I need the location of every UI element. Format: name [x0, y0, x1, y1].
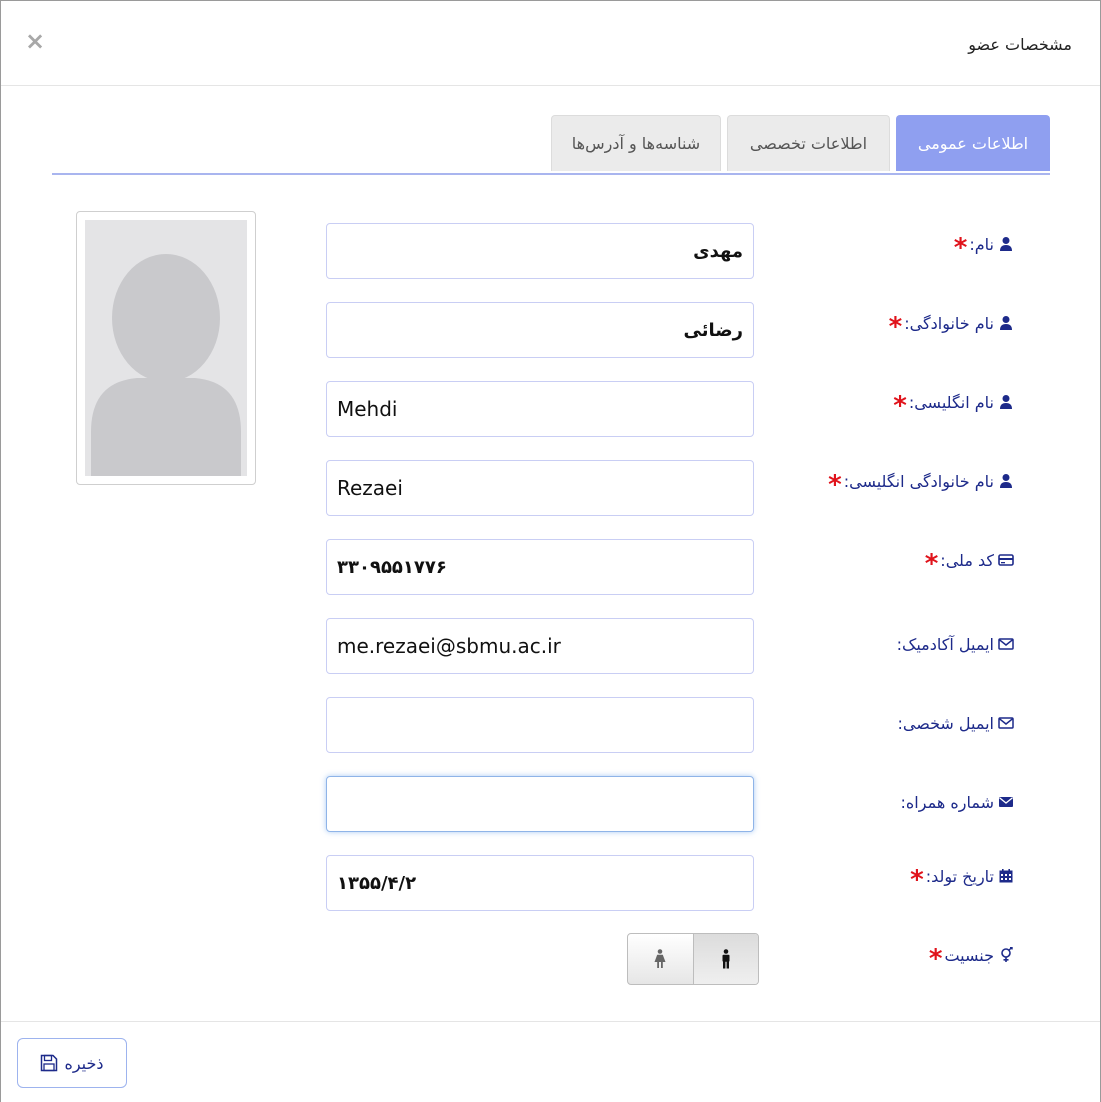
save-button[interactable]: ذخیره — [17, 1038, 127, 1088]
dialog-title: مشخصات عضو — [968, 35, 1072, 54]
user-icon — [1000, 474, 1012, 488]
user-icon — [1000, 395, 1012, 409]
tab-specialized-info[interactable]: اطلاعات تخصصی — [727, 115, 890, 171]
member-details-dialog: مشخصات عضو × اطلاعات عمومی اطلاعات تخصصی… — [0, 0, 1101, 1102]
required-marker: * — [953, 233, 968, 263]
envelope-outline-icon — [998, 717, 1014, 729]
dialog-footer: ذخیره — [1, 1021, 1100, 1102]
avatar-placeholder-icon — [85, 220, 247, 476]
male-icon — [722, 949, 730, 969]
english-last-name-input[interactable] — [326, 460, 754, 516]
last-name-label-text: نام خانوادگی: — [904, 314, 994, 333]
mobile-label-text: شماره همراه: — [900, 793, 994, 812]
gender-toggle — [627, 933, 759, 985]
english-last-name-label-text: نام خانوادگی انگلیسی: — [843, 472, 994, 491]
close-icon[interactable]: × — [25, 27, 45, 55]
english-first-name-input[interactable] — [326, 381, 754, 437]
gender-label-text: جنسیت — [944, 946, 994, 965]
personal-email-label-text: ایمیل شخصی: — [897, 714, 994, 733]
first-name-label-text: نام: — [969, 235, 994, 254]
required-marker: * — [828, 470, 842, 500]
required-marker: * — [888, 312, 903, 342]
national-code-label-text: کد ملی: — [940, 551, 994, 570]
academic-email-input[interactable] — [326, 618, 754, 674]
mobile-input[interactable] — [326, 776, 754, 832]
birth-date-label-text: تاریخ تولد: — [925, 867, 994, 886]
user-icon — [1000, 237, 1012, 251]
personal-email-input[interactable] — [326, 697, 754, 753]
tab-general-info[interactable]: اطلاعات عمومی — [896, 115, 1050, 171]
calendar-icon — [999, 869, 1013, 883]
user-icon — [1000, 316, 1012, 330]
id-card-icon — [998, 554, 1014, 566]
dialog-header: مشخصات عضو × — [1, 1, 1100, 86]
first-name-input[interactable] — [326, 223, 754, 279]
birth-date-input[interactable] — [326, 855, 754, 911]
tab-bar: اطلاعات عمومی اطلاعات تخصصی شناسه‌ها و آ… — [52, 113, 1050, 175]
gender-male-button[interactable] — [692, 934, 758, 984]
floppy-disk-icon — [41, 1054, 58, 1072]
required-marker: * — [924, 549, 939, 579]
envelope-outline-icon — [998, 638, 1014, 650]
profile-photo[interactable] — [76, 211, 256, 485]
national-code-input[interactable] — [326, 539, 754, 595]
english-first-name-label-text: نام انگلیسی: — [908, 393, 994, 412]
envelope-filled-icon — [999, 797, 1013, 807]
academic-email-label-text: ایمیل آکادمیک: — [896, 635, 994, 654]
required-marker: * — [928, 944, 943, 974]
gender-icon — [1001, 947, 1013, 962]
female-icon — [654, 949, 666, 968]
gender-female-button[interactable] — [628, 934, 693, 984]
required-marker: * — [910, 865, 924, 895]
last-name-input[interactable] — [326, 302, 754, 358]
tab-identifiers-addresses[interactable]: شناسه‌ها و آدرس‌ها — [551, 115, 721, 171]
required-marker: * — [893, 391, 907, 421]
save-button-label: ذخیره — [64, 1053, 104, 1073]
